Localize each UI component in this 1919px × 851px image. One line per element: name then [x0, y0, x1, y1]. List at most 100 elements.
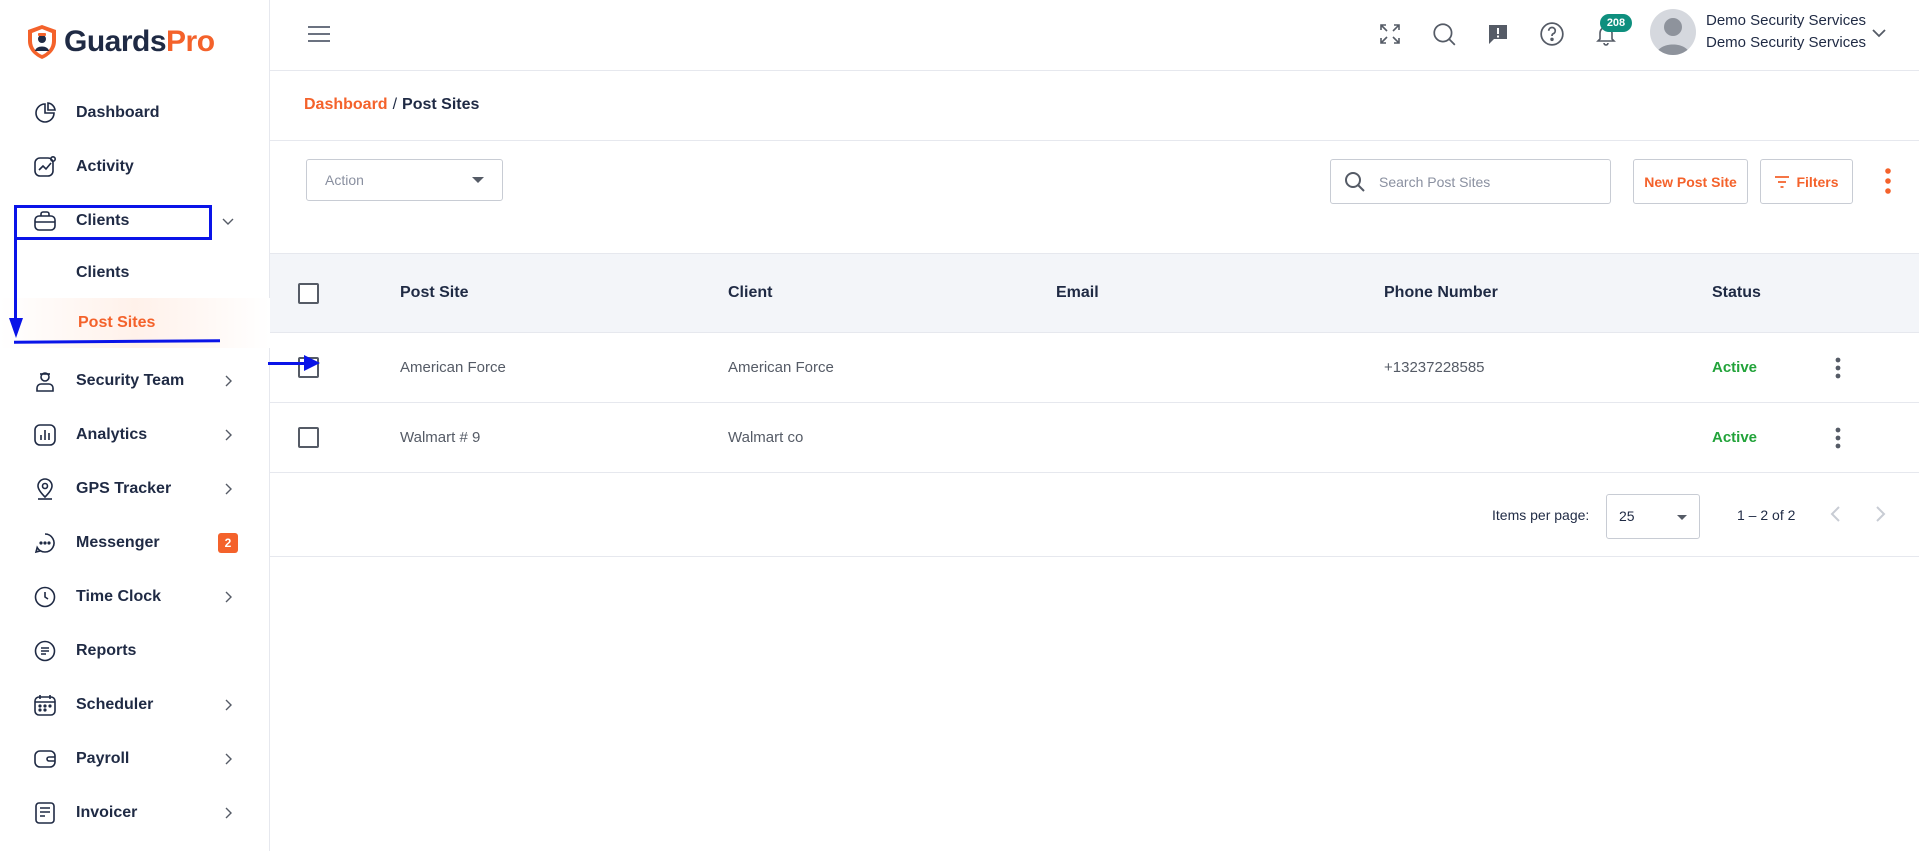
chevron-right-icon[interactable]	[220, 589, 236, 605]
topbar: 208 Demo Security Services Demo Security…	[270, 0, 1919, 71]
search-box[interactable]	[1330, 159, 1611, 204]
cell-client: American Force	[728, 359, 834, 376]
chevron-right-icon[interactable]	[220, 697, 236, 713]
sidebar-item-label: Security Team	[76, 372, 185, 389]
sidebar-item-label: Activity	[76, 158, 134, 175]
hamburger-menu-icon[interactable]	[306, 22, 332, 46]
sidebar-item-label: Payroll	[76, 750, 130, 767]
status-badge: Active	[1712, 359, 1758, 376]
analytics-icon	[30, 420, 60, 450]
cell-post-site: American Force	[400, 359, 506, 376]
header-status[interactable]: Status	[1712, 254, 1761, 332]
sidebar-item-time-clock[interactable]: Time Clock	[0, 570, 270, 624]
header-phone-number[interactable]: Phone Number	[1384, 254, 1498, 332]
sidebar-item-invoicer[interactable]: Invoicer	[0, 786, 270, 840]
invoice-icon	[30, 798, 60, 828]
caret-down-icon	[1677, 515, 1687, 520]
chevron-right-icon[interactable]	[220, 481, 236, 497]
cell-phone: +13237228585	[1384, 359, 1485, 376]
sidebar-nav: Dashboard Activity Clients Clients Post …	[0, 86, 270, 840]
chevron-right-icon[interactable]	[220, 427, 236, 443]
search-icon[interactable]	[1430, 20, 1458, 48]
select-all-checkbox[interactable]	[298, 282, 319, 304]
report-icon	[30, 636, 60, 666]
breadcrumb-separator: /	[392, 96, 398, 113]
sidebar-item-gps-tracker[interactable]: GPS Tracker	[0, 462, 270, 516]
sidebar-item-dashboard[interactable]: Dashboard	[0, 86, 270, 140]
sidebar-item-payroll[interactable]: Payroll	[0, 732, 270, 786]
next-page-icon[interactable]	[1868, 502, 1892, 526]
search-icon	[1345, 172, 1365, 192]
post-sites-table: Post Site Client Email Phone Number Stat…	[270, 253, 1919, 473]
table-header: Post Site Client Email Phone Number Stat…	[270, 253, 1919, 333]
chevron-right-icon[interactable]	[220, 805, 236, 821]
status-badge: Active	[1712, 429, 1758, 446]
breadcrumb: Dashboard / Post Sites	[304, 96, 479, 114]
activity-icon	[30, 152, 60, 182]
clock-icon	[30, 582, 60, 612]
unread-badge: 2	[218, 533, 238, 553]
action-dropdown-label: Action	[325, 172, 364, 188]
table-row[interactable]: American Force American Force +132372285…	[270, 333, 1919, 403]
sidebar-item-label: Time Clock	[76, 588, 162, 605]
user-organization: Demo Security Services	[1706, 34, 1867, 51]
caret-down-icon	[472, 177, 484, 183]
table-row[interactable]: Walmart # 9 Walmart co Active	[270, 403, 1919, 473]
chevron-right-icon[interactable]	[220, 373, 236, 389]
new-post-site-button[interactable]: New Post Site	[1633, 159, 1748, 204]
pie-chart-icon	[30, 98, 60, 128]
select-all-cell	[298, 254, 319, 332]
sidebar-item-messenger[interactable]: Messenger 2	[0, 516, 270, 570]
feedback-icon[interactable]	[1484, 20, 1512, 48]
previous-page-icon[interactable]	[1824, 502, 1848, 526]
sidebar-item-label: Scheduler	[76, 696, 154, 713]
fullscreen-icon[interactable]	[1376, 20, 1404, 48]
more-options-icon[interactable]	[1880, 166, 1896, 196]
guard-icon	[30, 366, 60, 396]
action-dropdown[interactable]: Action	[306, 159, 503, 201]
sidebar-item-analytics[interactable]: Analytics	[0, 408, 270, 462]
chevron-right-icon[interactable]	[220, 751, 236, 767]
row-select-cell	[298, 403, 319, 472]
row-menu-icon[interactable]	[1830, 425, 1846, 451]
sidebar-item-reports[interactable]: Reports	[0, 624, 270, 678]
wallet-icon	[30, 744, 60, 774]
header-client[interactable]: Client	[728, 254, 772, 332]
sidebar-item-activity[interactable]: Activity	[0, 140, 270, 194]
sidebar: GuardsPro Dashboard Activity Clients Cli…	[0, 0, 270, 851]
user-name: Demo Security Services	[1706, 12, 1867, 29]
breadcrumb-current: Post Sites	[402, 96, 480, 113]
chevron-down-icon[interactable]	[1870, 26, 1888, 40]
cell-post-site: Walmart # 9	[400, 429, 481, 446]
sidebar-subitem-clients[interactable]: Clients	[0, 248, 270, 298]
logo[interactable]: GuardsPro	[26, 24, 215, 60]
paginator: Items per page: 25 1 – 2 of 2	[270, 474, 1919, 557]
annotation-highlight-box	[14, 205, 212, 240]
sidebar-item-label: Reports	[76, 642, 137, 659]
items-per-page-label: Items per page:	[1492, 507, 1590, 523]
help-icon[interactable]	[1538, 20, 1566, 48]
filters-button[interactable]: Filters	[1760, 159, 1853, 204]
row-checkbox[interactable]	[298, 427, 319, 448]
items-per-page-select[interactable]: 25	[1606, 494, 1700, 539]
sidebar-item-scheduler[interactable]: Scheduler	[0, 678, 270, 732]
sidebar-item-label: Analytics	[76, 426, 148, 443]
breadcrumb-bar: Dashboard / Post Sites	[270, 71, 1919, 141]
filter-icon	[1775, 175, 1790, 188]
shield-logo-icon	[28, 25, 56, 59]
logo-text: GuardsPro	[64, 25, 215, 58]
row-menu-icon[interactable]	[1830, 355, 1846, 381]
sidebar-item-label: Invoicer	[76, 804, 138, 821]
annotation-arrow-right	[304, 355, 320, 371]
filters-button-label: Filters	[1796, 173, 1839, 190]
header-email[interactable]: Email	[1056, 254, 1099, 332]
chevron-down-icon[interactable]	[220, 213, 236, 229]
sidebar-item-security-team[interactable]: Security Team	[0, 354, 270, 408]
sidebar-item-label: GPS Tracker	[76, 480, 172, 497]
location-pin-icon	[30, 474, 60, 504]
header-post-site[interactable]: Post Site	[400, 254, 468, 332]
search-input[interactable]	[1379, 170, 1599, 194]
avatar[interactable]	[1650, 9, 1696, 55]
breadcrumb-dashboard-link[interactable]: Dashboard	[304, 96, 388, 113]
sidebar-item-label: Dashboard	[76, 104, 160, 121]
